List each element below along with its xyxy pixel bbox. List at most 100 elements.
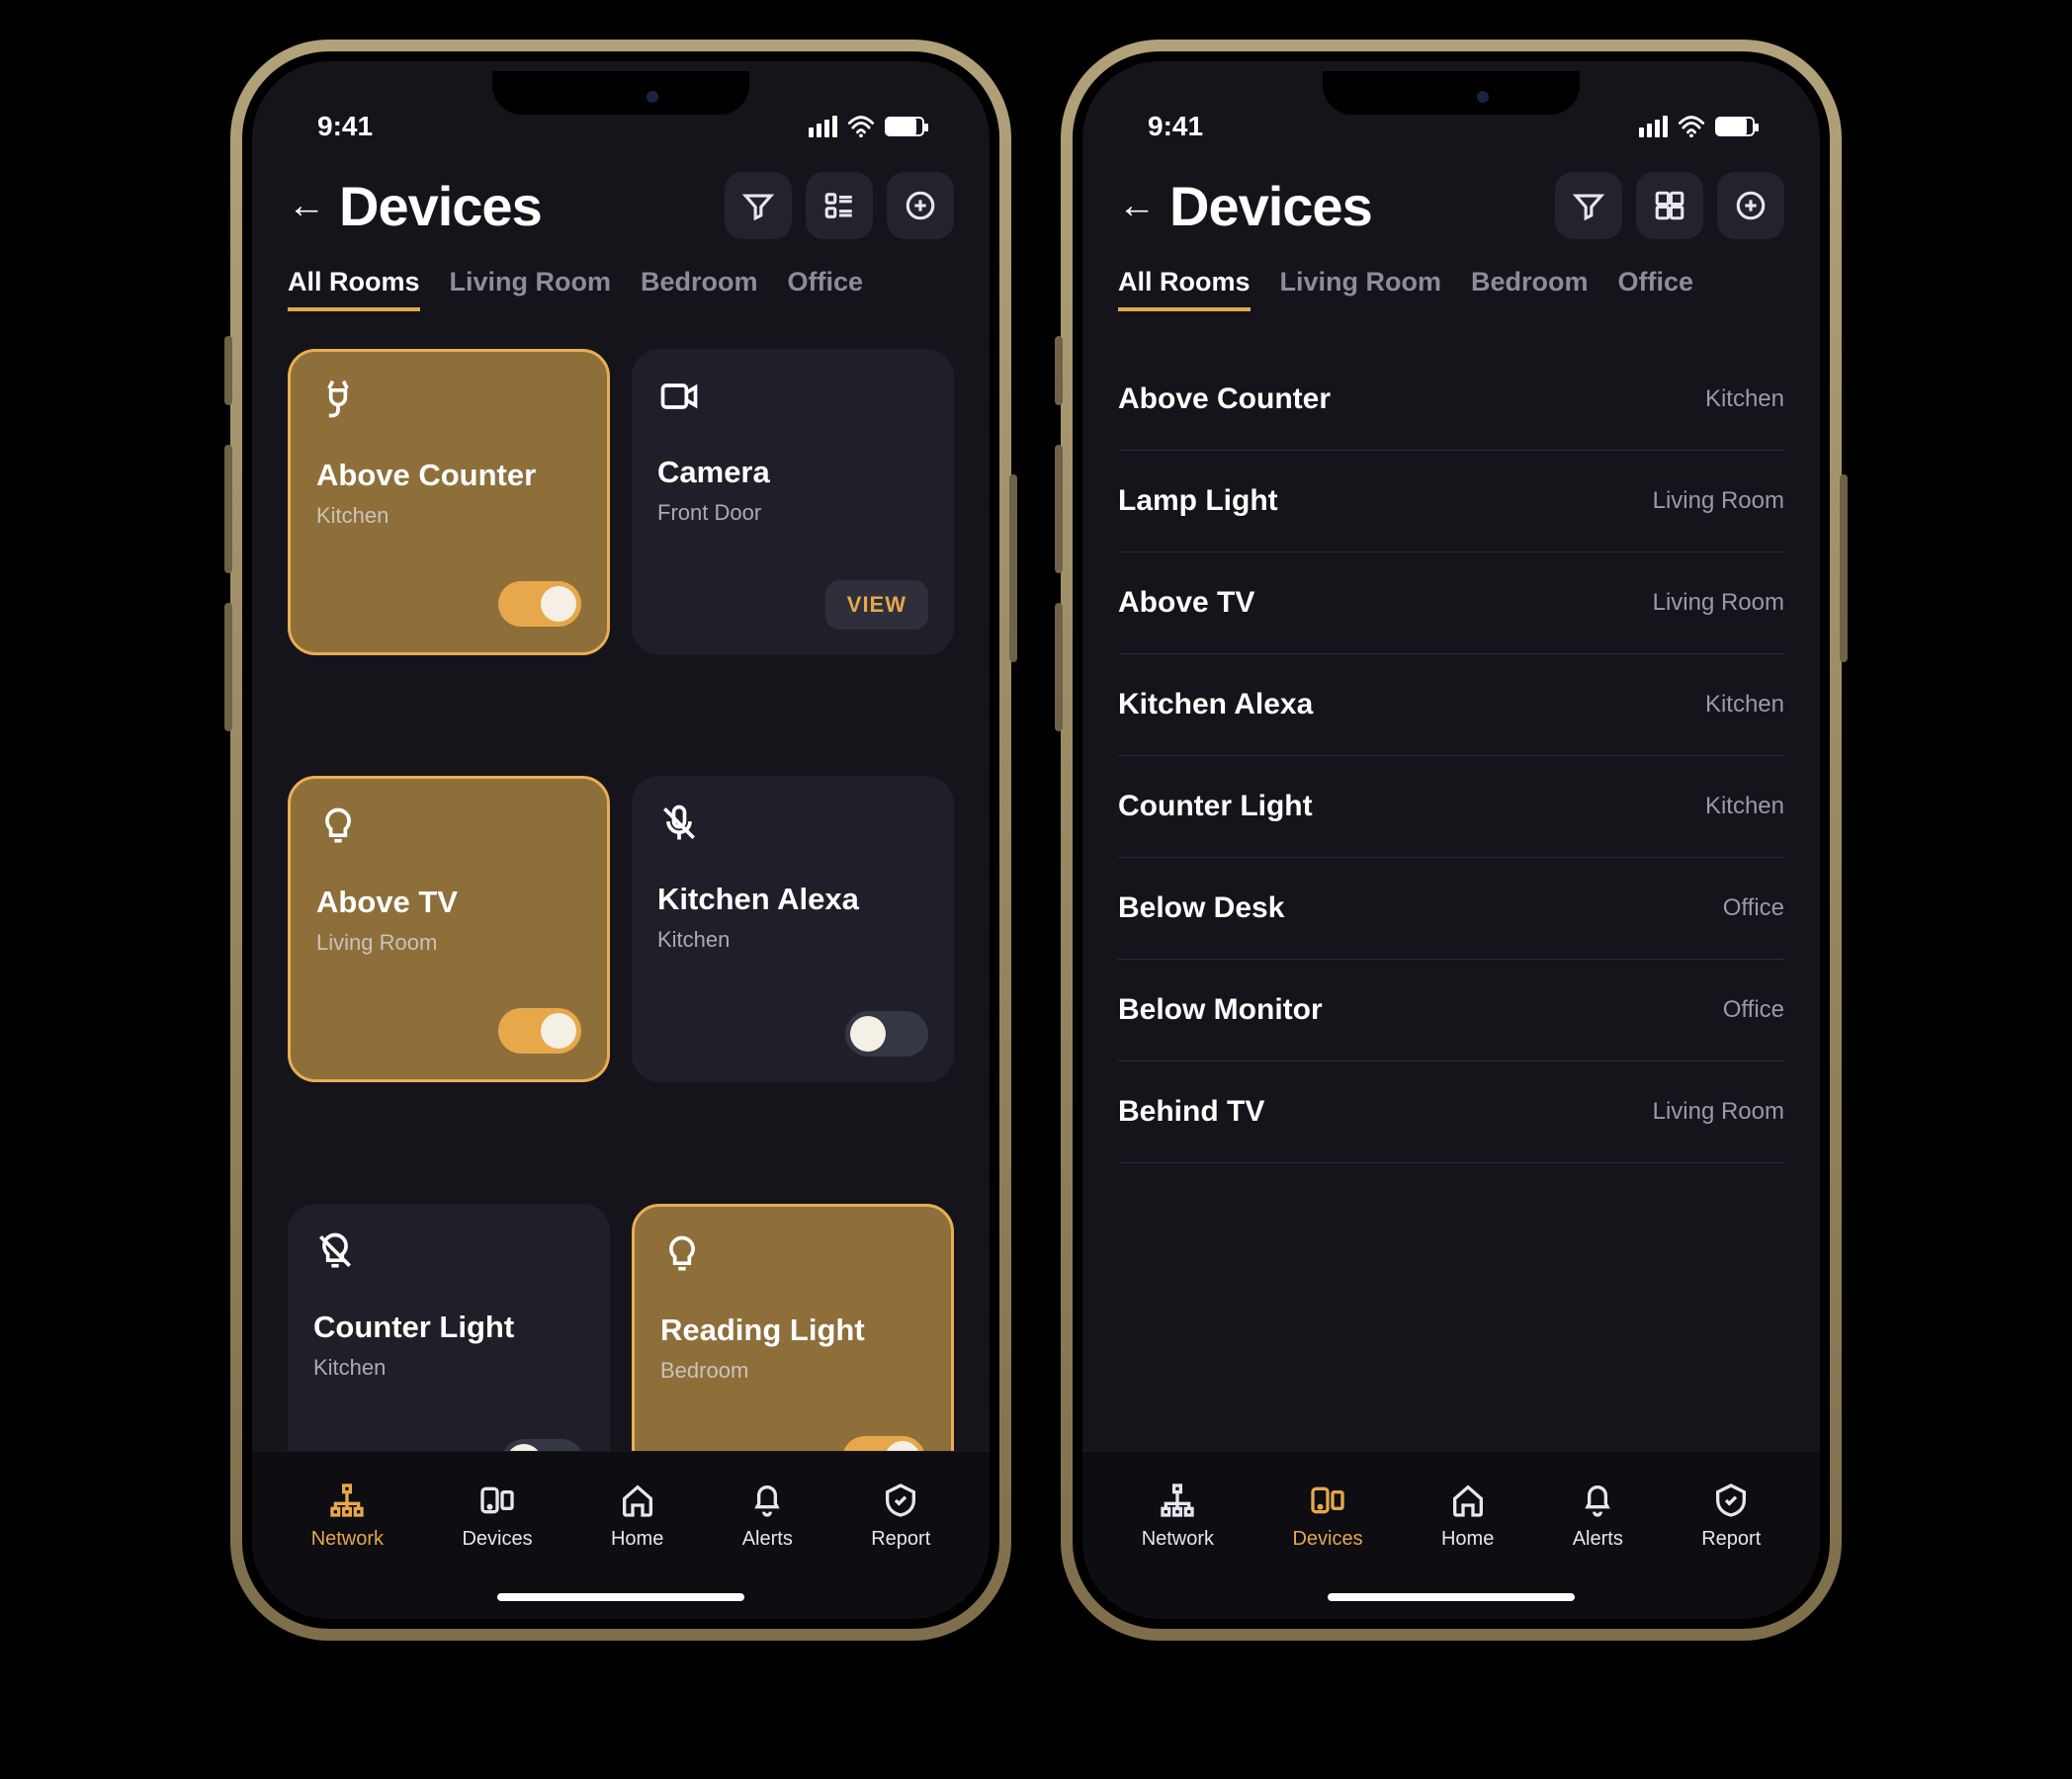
nav-label: Report: [1701, 1528, 1761, 1551]
device-name: Lamp Light: [1118, 484, 1278, 518]
tab-all-rooms[interactable]: All Rooms: [288, 267, 420, 311]
nav-label: Devices: [462, 1528, 532, 1551]
nav-alerts[interactable]: Alerts: [1573, 1481, 1623, 1551]
room-tabs: All Rooms Living Room Bedroom Office: [288, 267, 954, 319]
power-toggle[interactable]: [845, 1011, 928, 1057]
power-toggle[interactable]: [498, 1008, 581, 1054]
nav-report[interactable]: Report: [1701, 1481, 1761, 1551]
layout-grid-button[interactable]: [1636, 172, 1703, 239]
home-indicator[interactable]: [1328, 1593, 1575, 1601]
nav-label: Network: [311, 1528, 384, 1551]
nav-label: Alerts: [1573, 1528, 1623, 1551]
nav-label: Home: [1441, 1528, 1494, 1551]
list-item[interactable]: Below Monitor Office: [1118, 960, 1784, 1061]
tab-office[interactable]: Office: [1618, 267, 1694, 311]
list-item[interactable]: Kitchen Alexa Kitchen: [1118, 654, 1784, 756]
device-room: Kitchen: [1705, 691, 1784, 719]
page-title: Devices: [339, 174, 711, 238]
tab-living-room[interactable]: Living Room: [450, 267, 612, 311]
device-name: Below Monitor: [1118, 993, 1323, 1027]
device-card[interactable]: Above Counter Kitchen: [288, 349, 610, 655]
nav-label: Home: [611, 1528, 663, 1551]
camera-icon: [657, 375, 928, 423]
nav-network[interactable]: Network: [1142, 1481, 1214, 1551]
device-room: Living Room: [1653, 487, 1784, 515]
notch: [492, 71, 749, 115]
device-room: Kitchen: [316, 503, 581, 529]
battery-icon: [885, 117, 924, 136]
device-name: Counter Light: [1118, 790, 1313, 823]
nav-home[interactable]: Home: [611, 1481, 663, 1551]
tab-living-room[interactable]: Living Room: [1280, 267, 1442, 311]
device-card[interactable]: Above TV Living Room: [288, 776, 610, 1082]
lightbulb-off-icon: [313, 1229, 584, 1278]
plug-icon: [316, 378, 581, 426]
page-title: Devices: [1169, 174, 1541, 238]
device-card[interactable]: Kitchen Alexa Kitchen: [632, 776, 954, 1082]
mic-off-icon: [657, 802, 928, 850]
nav-home[interactable]: Home: [1441, 1481, 1494, 1551]
filter-button[interactable]: [725, 172, 792, 239]
device-name: Behind TV: [1118, 1095, 1264, 1129]
wifi-icon: [847, 116, 875, 137]
device-name: Counter Light: [313, 1310, 584, 1345]
notch: [1323, 71, 1580, 115]
nav-network[interactable]: Network: [311, 1481, 384, 1551]
phone-frame-left: 9:41 ← Devices All Rooms Living Room Bed…: [230, 40, 1011, 1641]
device-name: Reading Light: [660, 1313, 925, 1348]
add-button[interactable]: [1717, 172, 1784, 239]
device-room: Front Door: [657, 500, 928, 526]
wifi-icon: [1678, 116, 1705, 137]
device-name: Kitchen Alexa: [1118, 688, 1313, 721]
room-tabs: All Rooms Living Room Bedroom Office: [1118, 267, 1784, 319]
device-name: Above TV: [316, 885, 581, 920]
device-room: Office: [1723, 996, 1784, 1024]
nav-report[interactable]: Report: [871, 1481, 930, 1551]
filter-button[interactable]: [1555, 172, 1622, 239]
tab-all-rooms[interactable]: All Rooms: [1118, 267, 1251, 311]
home-indicator[interactable]: [497, 1593, 744, 1601]
list-item[interactable]: Counter Light Kitchen: [1118, 756, 1784, 858]
add-button[interactable]: [887, 172, 954, 239]
tab-bedroom[interactable]: Bedroom: [641, 267, 758, 311]
power-toggle[interactable]: [498, 581, 581, 627]
device-name: Above Counter: [316, 458, 581, 493]
status-bar: 9:41: [1118, 111, 1784, 172]
device-card[interactable]: Camera Front Door VIEW: [632, 349, 954, 655]
tab-bedroom[interactable]: Bedroom: [1471, 267, 1589, 311]
nav-label: Alerts: [742, 1528, 793, 1551]
phone-frame-right: 9:41 ← Devices All Rooms Living Room Bed…: [1061, 40, 1842, 1641]
device-name: Kitchen Alexa: [657, 882, 928, 917]
nav-label: Network: [1142, 1528, 1214, 1551]
tab-office[interactable]: Office: [788, 267, 864, 311]
header: ← Devices: [288, 172, 954, 267]
list-item[interactable]: Below DeskOffice: [1118, 858, 1784, 960]
layout-list-button[interactable]: [806, 172, 873, 239]
list-item[interactable]: Above TVLiving Room: [1118, 552, 1784, 654]
device-room: Bedroom: [660, 1358, 925, 1384]
list-item[interactable]: Above CounterKitchen: [1118, 349, 1784, 451]
list-item[interactable]: Behind TV Living Room: [1118, 1061, 1784, 1163]
battery-icon: [1715, 117, 1755, 136]
status-time: 9:41: [317, 111, 373, 142]
device-room: Kitchen: [1705, 793, 1784, 820]
device-list: Above CounterKitchen Lamp Light Living Ro…: [1118, 349, 1784, 1619]
nav-label: Devices: [1292, 1528, 1362, 1551]
cellular-icon: [1639, 116, 1668, 137]
device-room: Kitchen: [313, 1355, 584, 1381]
back-button[interactable]: ←: [288, 185, 325, 227]
status-time: 9:41: [1148, 111, 1203, 142]
nav-devices[interactable]: Devices: [1292, 1481, 1362, 1551]
nav-alerts[interactable]: Alerts: [742, 1481, 793, 1551]
device-room: Kitchen: [657, 927, 928, 953]
lightbulb-icon: [316, 805, 581, 853]
view-button[interactable]: VIEW: [825, 580, 928, 630]
nav-devices[interactable]: Devices: [462, 1481, 532, 1551]
device-room: Living Room: [1653, 1098, 1784, 1126]
nav-label: Report: [871, 1528, 930, 1551]
device-name: Below Desk: [1118, 891, 1284, 925]
device-room: Living Room: [1653, 589, 1784, 617]
device-name: Camera: [657, 455, 928, 490]
back-button[interactable]: ←: [1118, 185, 1156, 227]
list-item[interactable]: Lamp Light Living Room: [1118, 451, 1784, 552]
